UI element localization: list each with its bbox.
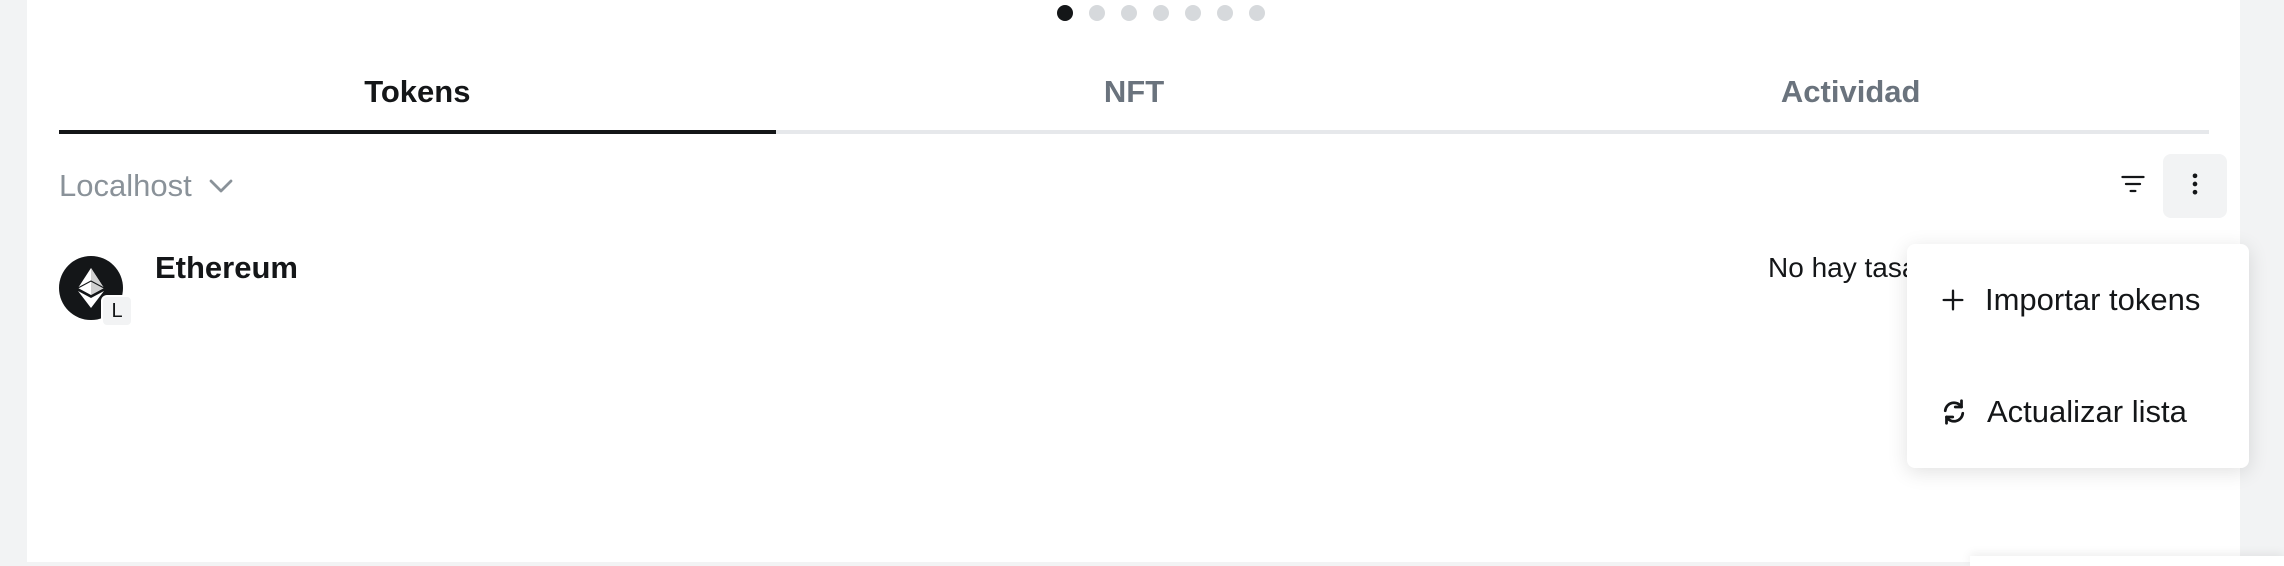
token-rate: No hay tasa [1768, 252, 1918, 283]
network-picker[interactable]: Localhost [59, 164, 236, 208]
carousel-dot[interactable] [1217, 5, 1233, 21]
network-badge: L [101, 295, 133, 327]
token-name: Ethereum [155, 250, 298, 285]
carousel-dot[interactable] [1057, 5, 1073, 21]
options-menu: Importar tokens Actualizar lista [1907, 244, 2249, 468]
tab-activity[interactable]: Actividad [1492, 54, 2209, 130]
menu-item-label: Actualizar lista [1987, 394, 2187, 429]
refresh-icon [1939, 397, 1969, 427]
carousel-dot[interactable] [1185, 5, 1201, 21]
chevron-down-icon [206, 171, 236, 201]
filter-icon [2119, 170, 2147, 203]
carousel-dot[interactable] [1121, 5, 1137, 21]
import-tokens-menu-item[interactable]: Importar tokens [1907, 264, 2249, 336]
token-list-panel: Tokens NFT Actividad Localhost L Ethereu… [27, 0, 2249, 562]
filter-button[interactable] [2107, 160, 2159, 212]
tab-nft[interactable]: NFT [776, 54, 1493, 130]
plus-icon [1939, 286, 1967, 314]
menu-item-label: Importar tokens [1985, 282, 2201, 317]
more-vertical-icon [2181, 170, 2209, 203]
tab-bar: Tokens NFT Actividad [59, 54, 2209, 134]
panel-edge [1970, 556, 2284, 566]
carousel-dot[interactable] [1153, 5, 1169, 21]
tab-tokens[interactable]: Tokens [59, 54, 776, 134]
carousel-dot[interactable] [1089, 5, 1105, 21]
token-row[interactable]: L Ethereum No hay tasa [59, 250, 2209, 330]
carousel-dot[interactable] [1249, 5, 1265, 21]
refresh-list-menu-item[interactable]: Actualizar lista [1907, 376, 2249, 448]
more-options-button[interactable] [2163, 154, 2227, 218]
carousel-dots [1057, 5, 1265, 21]
network-label: Localhost [59, 168, 192, 203]
